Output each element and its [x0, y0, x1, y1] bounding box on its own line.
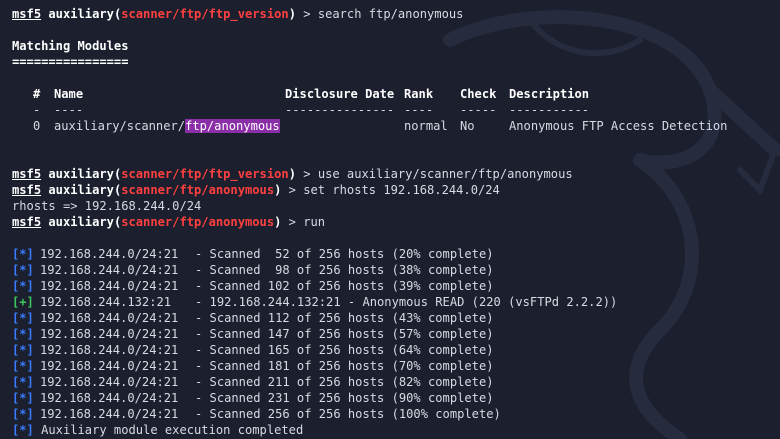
output-message: - Scanned 165 of 256 hosts (64% complete…: [195, 343, 494, 357]
info-tag: [*]: [12, 279, 34, 293]
output-line: [*] 192.168.244.0/24:21 - Scanned 52 of 25…: [12, 246, 494, 262]
command-text: set rhosts 192.168.244.0/24: [303, 183, 500, 197]
matching-modules-underline: ================: [12, 55, 129, 69]
prompt-module: scanner/ftp/ftp_version: [121, 167, 289, 181]
output-line: [+] 192.168.244.132:21 - 192.168.244.132:2…: [12, 294, 617, 310]
output-host: 192.168.244.0/24:21: [40, 327, 179, 341]
command-line-set: msf5 auxiliary(scanner/ftp/anonymous) > …: [12, 183, 500, 197]
command-line-run: msf5 auxiliary(scanner/ftp/anonymous) > …: [12, 215, 326, 229]
info-tag: [*]: [12, 359, 34, 373]
module-row-rank: normal: [404, 119, 448, 133]
output-message: - Scanned 102 of 256 hosts (39% complete…: [195, 279, 494, 293]
output-host: 192.168.244.0/24:21: [40, 247, 179, 261]
command-text: search ftp/anonymous: [317, 7, 464, 21]
command-line-use: msf5 auxiliary(scanner/ftp/ftp_version) …: [12, 167, 573, 181]
col-header-rank: Rank: [404, 87, 434, 101]
output-line: [*] 192.168.244.0/24:21 - Scanned 165 of 2…: [12, 342, 494, 358]
prompt-name: msf5: [12, 167, 42, 181]
col-divider-name: ----: [54, 103, 84, 117]
output-line: [*] 192.168.244.0/24:21 - Scanned 256 of 2…: [12, 406, 501, 422]
module-row-name[interactable]: auxiliary/scanner/ftp/anonymous: [54, 118, 280, 134]
prompt-module-type: auxiliary: [48, 183, 114, 197]
col-divider-description: -----------: [509, 103, 590, 117]
output-host: 192.168.244.0/24:21: [40, 391, 179, 405]
prompt-module: scanner/ftp/ftp_version: [121, 7, 289, 21]
output-message: - Scanned 211 of 256 hosts (82% complete…: [195, 375, 494, 389]
output-host: 192.168.244.0/24:21: [40, 311, 179, 325]
info-tag: [*]: [12, 327, 34, 341]
prompt-module: scanner/ftp/anonymous: [121, 183, 275, 197]
output-message: - Scanned 231 of 256 hosts (90% complete…: [195, 391, 494, 405]
prompt-name: msf5: [12, 7, 42, 21]
output-host: 192.168.244.0/24:21: [40, 279, 179, 293]
module-row-description: Anonymous FTP Access Detection: [509, 119, 728, 133]
module-name-prefix: auxiliary/scanner/: [54, 119, 186, 133]
info-tag: [*]: [12, 343, 34, 357]
col-header-disclosure: Disclosure Date: [285, 87, 395, 101]
col-divider-rank: ----: [404, 103, 434, 117]
output-host: 192.168.244.0/24:21: [40, 375, 179, 389]
output-host: 192.168.244.0/24:21: [40, 359, 179, 373]
output-line: [*] 192.168.244.0/24:21 - Scanned 181 of 2…: [12, 358, 494, 374]
prompt-module: scanner/ftp/anonymous: [121, 215, 275, 229]
terminal-window[interactable]: msf5 auxiliary(scanner/ftp/ftp_version) …: [0, 0, 780, 439]
prompt-module-type: auxiliary: [48, 215, 114, 229]
command-line-search: msf5 auxiliary(scanner/ftp/ftp_version) …: [12, 7, 464, 21]
col-header-check: Check: [460, 87, 497, 101]
col-divider-check: -----: [460, 103, 497, 117]
col-divider-disclosure: ---------------: [285, 103, 395, 117]
output-message: - Scanned 147 of 256 hosts (57% complete…: [195, 327, 494, 341]
success-tag: [+]: [12, 295, 34, 309]
col-header-index: #: [33, 87, 41, 101]
output-message: - Scanned 98 of 256 hosts (38% complete): [195, 263, 494, 277]
col-header-name: Name: [54, 87, 84, 101]
output-line: [*] 192.168.244.0/24:21 - Scanned 98 of 25…: [12, 262, 494, 278]
col-divider-index: -: [33, 103, 41, 117]
prompt-name: msf5: [12, 183, 42, 197]
matching-modules-title: Matching Modules: [12, 39, 129, 53]
col-header-description: Description: [509, 87, 590, 101]
output-message: - 192.168.244.132:21 - Anonymous READ (2…: [195, 295, 618, 309]
output-message: Auxiliary module execution completed: [33, 423, 304, 437]
search-match-highlight: ftp/anonymous: [185, 119, 280, 133]
info-tag: [*]: [12, 407, 34, 421]
output-host: 192.168.244.0/24:21: [40, 407, 179, 421]
output-line: [*] 192.168.244.0/24:21 - Scanned 102 of 2…: [12, 278, 494, 294]
module-row-index: 0: [33, 119, 41, 133]
command-text: use auxiliary/scanner/ftp/anonymous: [317, 167, 573, 181]
prompt-module-type: auxiliary: [48, 7, 114, 21]
output-line: [*] 192.168.244.0/24:21 - Scanned 231 of 2…: [12, 390, 494, 406]
output-host: 192.168.244.0/24:21: [40, 263, 179, 277]
output-message: - Scanned 52 of 256 hosts (20% complete): [195, 247, 494, 261]
output-message: - Scanned 112 of 256 hosts (43% complete…: [195, 311, 494, 325]
output-message: - Scanned 256 of 256 hosts (100% complet…: [195, 407, 501, 421]
module-row-check: No: [460, 119, 475, 133]
prompt-name: msf5: [12, 215, 42, 229]
command-text: run: [303, 215, 326, 229]
output-message: - Scanned 181 of 256 hosts (70% complete…: [195, 359, 494, 373]
info-tag: [*]: [12, 263, 34, 277]
output-host: 192.168.244.132:21: [40, 295, 172, 309]
output-line: [*] 192.168.244.0/24:21 - Scanned 147 of 2…: [12, 326, 494, 342]
info-tag: [*]: [12, 391, 34, 405]
rhosts-echo: rhosts => 192.168.244.0/24: [12, 199, 202, 213]
info-tag: [*]: [12, 247, 34, 261]
output-host: 192.168.244.0/24:21: [40, 343, 179, 357]
output-line: [*] Auxiliary module execution completed: [12, 422, 303, 438]
info-tag: [*]: [12, 423, 34, 437]
info-tag: [*]: [12, 311, 34, 325]
output-line: [*] 192.168.244.0/24:21 - Scanned 211 of 2…: [12, 374, 494, 390]
prompt-module-type: auxiliary: [48, 167, 114, 181]
info-tag: [*]: [12, 375, 34, 389]
output-line: [*] 192.168.244.0/24:21 - Scanned 112 of 2…: [12, 310, 494, 326]
